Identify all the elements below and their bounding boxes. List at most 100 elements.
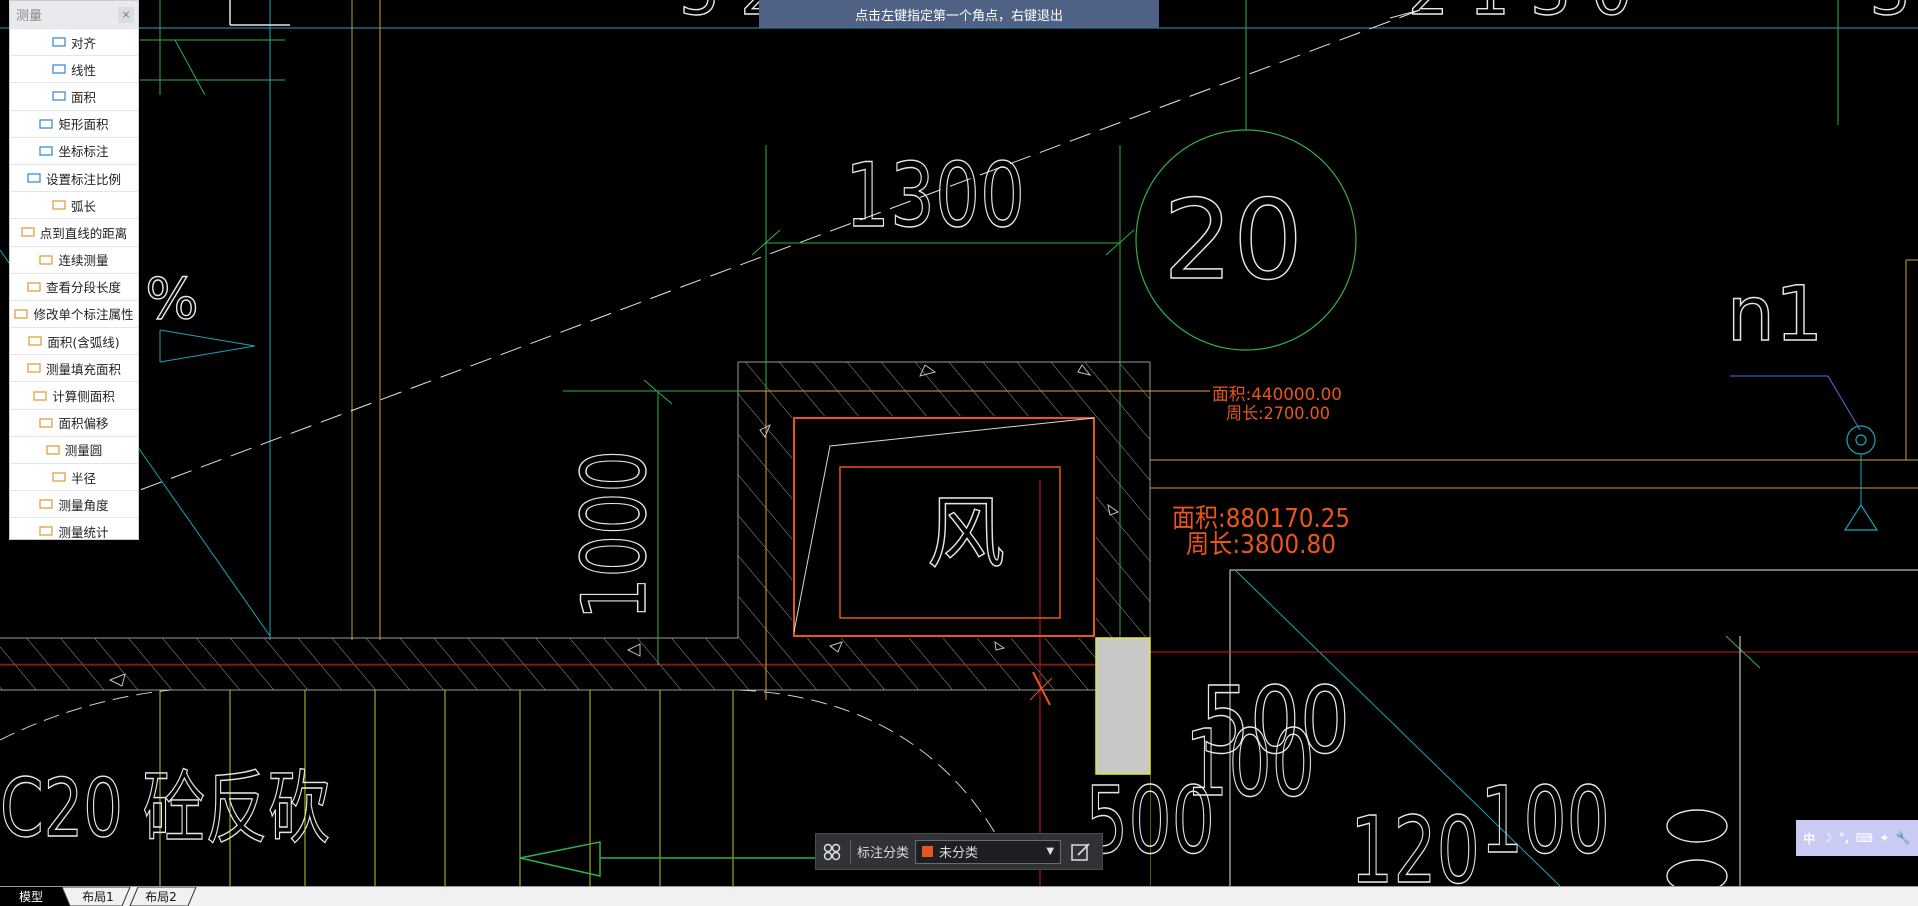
edit-icon[interactable] [1069,840,1093,864]
measure-tool-label: 半径 [70,470,96,486]
measure-tool-label: 矩形面积 [58,117,109,133]
point-line-distance-icon [21,227,35,238]
measure-tool-label: 查看分段长度 [45,280,121,296]
grid-icon[interactable] [822,842,842,862]
measure-tool-15[interactable]: 测量圆 [10,435,138,463]
measure-tool-2[interactable]: 面积 [10,82,138,109]
ime-item-4[interactable]: ✦ [1879,831,1889,845]
measure-tool-12[interactable]: 测量填充面积 [10,354,138,381]
category-label: 标注分类 [857,846,910,861]
ime-item-0[interactable]: 中 [1803,830,1815,847]
measure-tool-label: 修改单个标注属性 [33,307,134,323]
percent-label: % [145,267,198,332]
measure-tool-18[interactable]: 测量统计 [10,517,138,544]
measure-panel: 测量 × 对齐线性面积矩形面积坐标标注设置标注比例 弧长点到直线的距离 连续测量查看… [9,0,139,540]
dimension-100c: 100 [1480,767,1610,874]
measure-tool-6[interactable]: 弧长 [10,191,138,218]
fill-area-icon [27,363,41,373]
area-offset-icon [39,418,54,428]
continuous-measure-icon [39,254,54,265]
ime-item-5[interactable]: 🔧 [1896,831,1911,845]
measure-tool-label: 连续测量 [58,253,109,269]
measure-tool-label: 坐标标注 [58,144,109,160]
measure-panel-title: 测量 [16,9,43,24]
circle-icon [46,445,60,455]
measure-tool-label: 点到直线的距离 [39,225,128,241]
dimension-500b: 500 [1085,767,1215,874]
category-value: 未分类 [939,846,979,861]
category-color-swatch [922,846,934,857]
edit-annotation-icon [14,309,29,319]
ime-item-3[interactable]: ⌨ [1856,831,1873,845]
measure-tool-label: 面积(含弧线) [47,334,120,350]
measure-tool-3[interactable]: 矩形面积 [10,109,138,137]
measure-tool-label: 面积 [70,89,96,105]
measure-tool-label: 对齐 [70,35,96,51]
measure-tool-label: 计算侧面积 [52,389,115,405]
measure2-perimeter: 周长:3800.80 [1186,530,1336,560]
dimension-120: 120 [1350,797,1480,886]
measure-tool-10[interactable]: 修改单个标注属性 [10,299,138,327]
radius-icon [52,472,66,482]
angle-icon [39,499,54,509]
linear-measure-icon [52,64,66,74]
measure-tool-8[interactable]: 连续测量 [10,245,138,273]
measure-tool-17[interactable]: 测量角度 [10,490,138,517]
coordinate-icon [39,146,54,156]
top-fragment-far: 3 [1870,0,1911,30]
top-fragment-right: 2 1 3 0 [1408,0,1632,30]
chevron-down-icon: ▼ [1046,846,1055,857]
measure-tool-label: 测量统计 [58,524,109,540]
measure-tool-list: 对齐线性面积矩形面积坐标标注设置标注比例 弧长点到直线的距离 连续测量查看分段长度修… [10,28,138,545]
measure-tool-9[interactable]: 查看分段长度 [10,272,138,300]
tab-1[interactable]: 布局1 [70,887,126,906]
dimension-1000: 1000 [563,450,666,620]
arc-area-icon [28,336,43,346]
measure-panel-header[interactable]: 测量 × [10,1,138,28]
segment-length-icon [27,282,41,292]
close-icon[interactable]: × [118,6,134,23]
measure-tool-label: 测量圆 [64,443,103,459]
statistics-icon [39,526,54,537]
measure-tool-label: 测量填充面积 [45,361,121,377]
measured-gray-block [1095,637,1151,775]
scale-icon [27,173,41,183]
measure-tool-label: 面积偏移 [58,416,109,432]
measure-tool-13[interactable]: 计算侧面积 [10,381,138,408]
side-area-icon [33,390,47,401]
n1-label: n1 [1727,269,1824,358]
ime-toolbar[interactable]: 中 ☽ °, ⌨ ✦ 🔧 [1796,820,1918,856]
ime-item-1[interactable]: ☽ [1822,831,1833,845]
duct-label: 风 [927,489,1005,579]
measure-tool-label: 线性 [70,62,96,78]
measurement-results: 面积:440000.00 周长:2700.00 面积:880170.25 周长:… [1172,385,1350,560]
status-banner: 点击左键指定第一个角点，右键退出 [759,0,1159,28]
measure-tool-7[interactable]: 点到直线的距离 [10,218,138,245]
ime-item-2[interactable]: °, [1839,831,1850,845]
measure-tool-5[interactable]: 设置标注比例 [10,163,138,191]
measure-tool-14[interactable]: 面积偏移 [10,408,138,436]
cad-drawing-canvas[interactable]: 1300 1000 20 风 n1 % C20 砼反砍 500 100 500 … [0,0,1918,886]
tab-2[interactable]: 布局2 [132,887,190,906]
measure1-area: 面积:440000.00 [1212,385,1342,405]
layout-tab-bar: 模型 布局1 布局2 [0,886,1918,906]
measure-tool-11[interactable]: 面积(含弧线) [10,327,138,354]
arc-length-icon [52,200,66,210]
measure-tool-label: 弧长 [70,198,96,214]
material-label: C20 砼反砍 [0,762,330,855]
tab-0[interactable]: 模型 [0,887,62,906]
category-select[interactable]: 未分类 ▼ [915,839,1062,864]
measure-tool-label: 测量角度 [58,497,109,513]
area-icon [52,91,66,102]
dimension-1300: 1300 [845,144,1025,247]
measure-tool-4[interactable]: 坐标标注 [10,136,138,164]
toolbar-separator [850,839,851,864]
measure-tool-16[interactable]: 半径 [10,463,138,490]
grid-bubble-label: 20 [1163,176,1303,304]
measure-tool-0[interactable]: 对齐 [10,28,138,55]
measure-tool-1[interactable]: 线性 [10,55,138,82]
measure1-perimeter: 周长:2700.00 [1226,404,1330,424]
annotation-toolbar: 标注分类 未分类 ▼ [815,833,1103,870]
rect-area-icon [39,119,54,129]
measure-tool-label: 设置标注比例 [45,171,121,187]
